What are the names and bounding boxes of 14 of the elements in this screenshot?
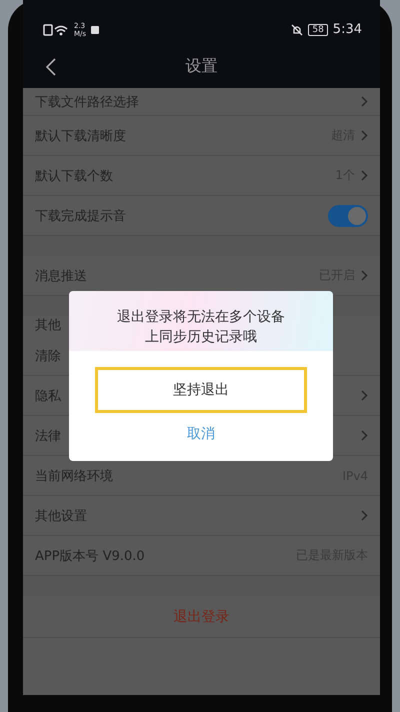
battery-level: 58 bbox=[308, 24, 328, 36]
settings-row[interactable]: 下载完成提示音 bbox=[23, 196, 380, 236]
confirm-button[interactable]: 坚持退出 bbox=[95, 367, 307, 413]
sim-wifi-icon bbox=[43, 22, 69, 36]
clock: 5:34 bbox=[332, 22, 362, 37]
dialog-message: 退出登录将无法在多个设备上同步历史记录哦 bbox=[116, 308, 286, 347]
notification-icon bbox=[91, 26, 100, 34]
logout-button[interactable]: 退出登录 bbox=[23, 596, 380, 638]
back-icon[interactable] bbox=[45, 57, 57, 77]
bell-muted-icon bbox=[291, 24, 304, 36]
toggle-switch[interactable] bbox=[328, 204, 368, 226]
cancel-button[interactable]: 取消 bbox=[177, 421, 225, 447]
section-title: 其他 bbox=[35, 317, 61, 335]
page-title: 设置 bbox=[186, 56, 218, 77]
